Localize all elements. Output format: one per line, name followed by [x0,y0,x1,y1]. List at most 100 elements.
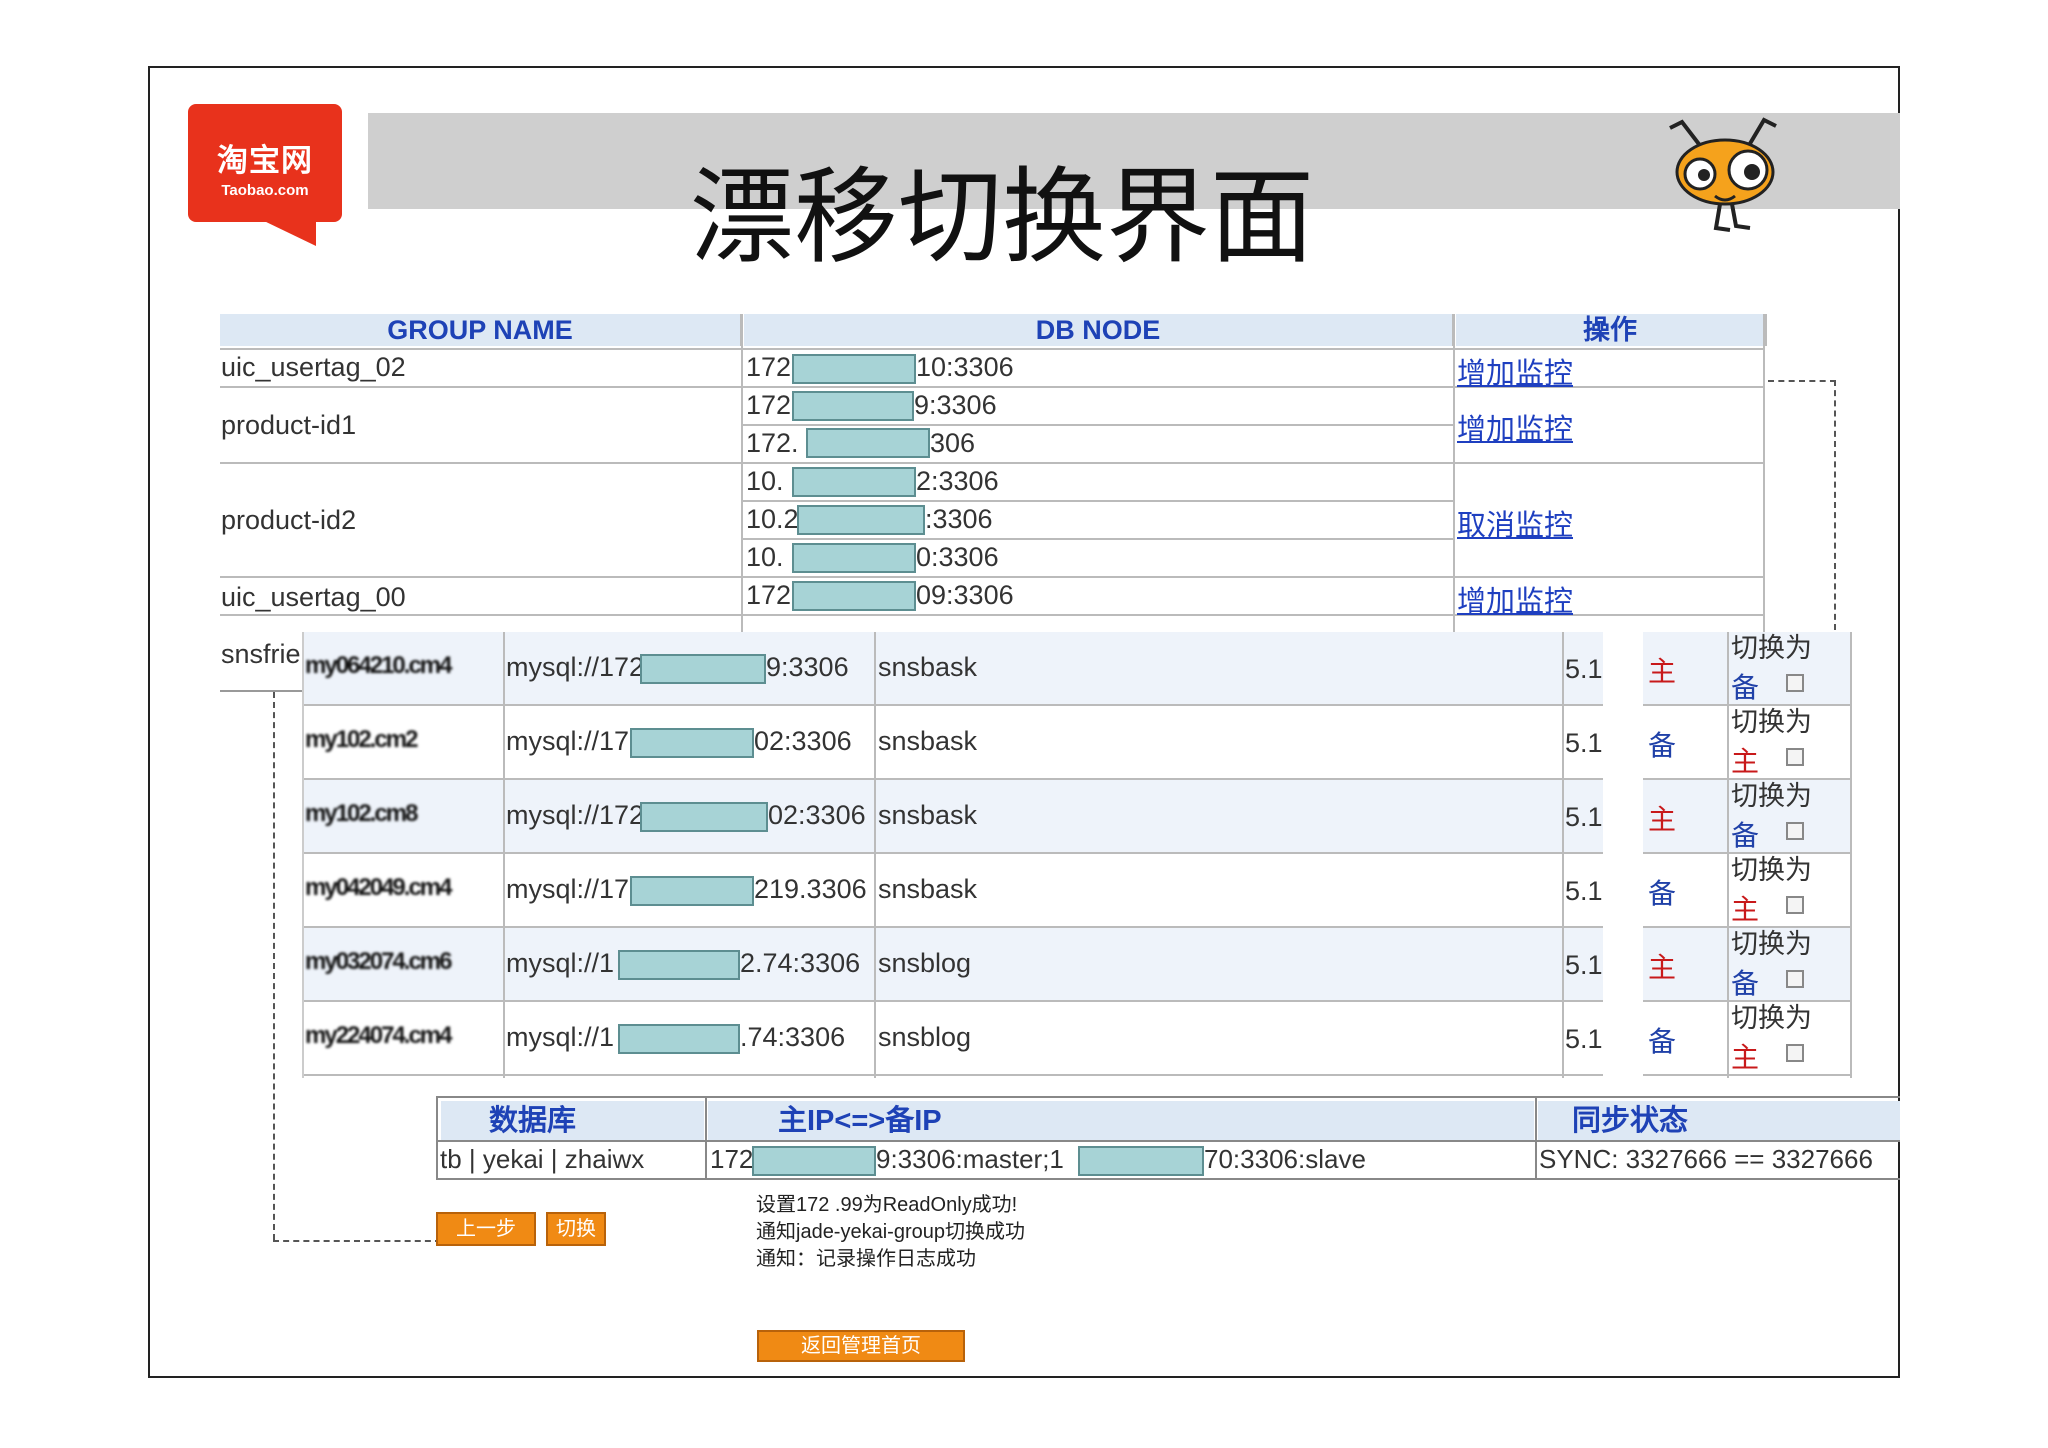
role-badge: 备 [1648,1026,1677,1057]
col-header-action: 操作 [1456,314,1767,346]
db-name: snsbask [878,874,978,904]
row-divider [220,690,306,692]
add-monitor-link[interactable]: 增加监控 [1457,578,1573,620]
ip-prefix: 172 [746,352,792,382]
col-header-group-name: GROUP NAME [220,314,743,346]
mysql-url-prefix: mysql://172 [506,652,645,682]
mysql-url-prefix: mysql://1 [506,948,615,978]
ip-master: 9:3306:master;1 [876,1144,1064,1174]
role-badge: 备 [1648,878,1677,909]
add-monitor-link[interactable]: 增加监控 [1457,406,1573,448]
host-name-redacted: my224074.cm4 [305,1022,452,1049]
switch-button[interactable]: 切换 [546,1212,606,1246]
mysql-url-prefix: mysql://17 [506,874,630,904]
db-node-ip: 172. [746,428,799,458]
prev-step-button[interactable]: 上一步 [436,1212,536,1246]
switch-checkbox[interactable] [1786,822,1804,840]
redacted-ip-mask [752,1146,876,1176]
ant-mascot-icon [1669,117,1777,232]
notice-switch-success: 通知jade-yekai-group切换成功 [756,1221,1025,1243]
switch-checkbox[interactable] [1786,896,1804,914]
db-node-ip: 10.2 [746,504,799,534]
redacted-ip-mask [792,467,916,497]
mysql-url-port: 9:3306 [766,652,849,682]
switch-target-role: 备 [1731,820,1760,851]
taobao-logo: 淘宝网 Taobao.com [188,104,342,222]
switch-target-role: 主 [1731,894,1760,925]
ip-slave: 70:3306:slave [1204,1144,1366,1174]
db-name: snsbask [878,726,978,756]
col-header-ip-pair: 主IP<=>备IP [708,1101,1534,1141]
host-name-redacted: my042049.cm4 [305,874,452,901]
grid-line [1727,632,1729,1078]
grid-gap [1603,632,1643,1078]
notice-log-success: 通知：记录操作日志成功 [756,1248,976,1270]
logo-cn-text: 淘宝网 [217,143,313,179]
grid-line [503,632,505,1078]
redacted-ip-mask [618,1024,740,1054]
switch-target-role: 备 [1731,672,1760,703]
switch-checkbox[interactable] [1786,1044,1804,1062]
role-badge: 主 [1648,804,1677,835]
notice-readonly: 设置172 .99为ReadOnly成功! [756,1194,1018,1216]
mysql-url-prefix: mysql://172 [506,800,645,830]
switch-checkbox[interactable] [1786,674,1804,692]
switch-target-role: 主 [1731,746,1760,777]
mysql-version: 5.1 [1565,654,1603,684]
mysql-url-port: .74:3306 [740,1022,846,1052]
col-header-sync-status: 同步状态 [1538,1101,1900,1141]
switch-to-label: 切换为 [1731,855,1812,885]
sync-db-names: tb | yekai | zhaiwx [440,1144,645,1174]
db-node-ip: 172 [746,390,792,420]
add-monitor-link[interactable]: 增加监控 [1457,350,1573,392]
host-name-redacted: my064210.cm4 [305,652,452,679]
row-divider [742,538,1454,540]
switch-to-label: 切换为 [1731,633,1812,663]
redacted-ip-mask [640,654,766,684]
connector-line [273,692,275,1240]
switch-target-role: 备 [1731,968,1760,999]
slide-title: 漂移切换界面 [690,156,1315,278]
db-node-ip: 172 [746,350,791,384]
redacted-ip-mask [640,802,768,832]
redacted-ip-mask [792,543,916,573]
mysql-url-port: 2.74:3306 [740,948,861,978]
grid-line [1453,314,1455,632]
grid-line [705,1098,707,1178]
group-name: product-id1 [221,410,357,440]
role-badge: 主 [1648,952,1677,983]
db-node-port: :3306 [925,504,993,534]
grid-line [1535,1098,1537,1178]
mysql-url-port: 02:3306 [768,800,866,830]
connector-line [1768,380,1836,382]
row-divider [742,500,1454,502]
db-name: snsbask [878,800,978,830]
redacted-ip-mask [797,505,925,535]
host-name-redacted: my102.cm2 [305,726,418,753]
row-divider [742,424,1454,426]
mysql-url-port: 02:3306 [754,726,852,756]
mysql-url-port: 219.3306 [754,874,867,904]
db-name: snsblog [878,1022,972,1052]
switch-target-role: 主 [1731,1042,1760,1073]
role-badge: 主 [1648,656,1677,687]
mysql-version: 5.1 [1565,802,1603,832]
back-to-admin-home-button[interactable]: 返回管理首页 [757,1330,965,1362]
db-node-port: 10:3306 [916,352,1014,382]
switch-checkbox[interactable] [1786,970,1804,988]
mysql-url-prefix: mysql://17 [506,726,630,756]
cancel-monitor-link[interactable]: 取消监控 [1457,502,1573,544]
redacted-ip-mask [618,950,740,980]
grid-line [1763,314,1765,632]
db-node-port: 306 [930,428,976,458]
db-node-ip: 10. [746,542,784,572]
switch-checkbox[interactable] [1786,748,1804,766]
redacted-ip-mask [792,354,916,384]
grid-line [741,314,743,632]
redacted-ip-mask [806,428,930,458]
logo-en-text: Taobao.com [221,182,309,199]
group-name: uic_usertag_00 [221,582,406,612]
switch-to-label: 切换为 [1731,781,1812,811]
mysql-url-prefix: mysql://1 [506,1022,615,1052]
db-node-ip: 172 [746,580,792,610]
